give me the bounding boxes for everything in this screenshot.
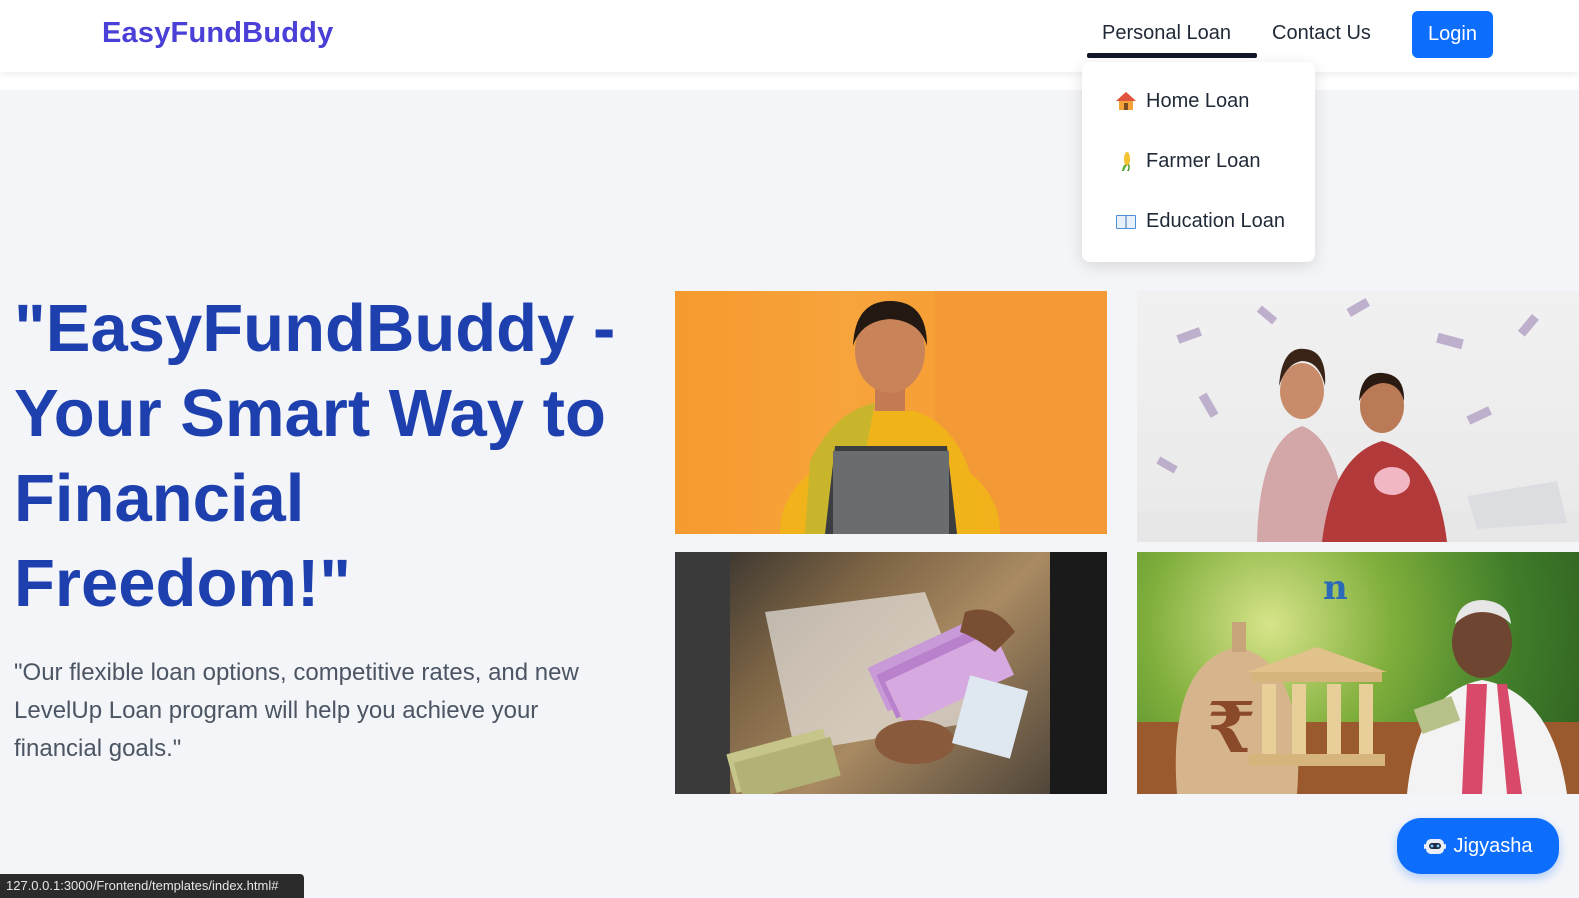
brand-logo[interactable]: EasyFundBuddy	[102, 17, 333, 50]
dropdown-item-label: Home Loan	[1146, 89, 1250, 112]
top-navbar: EasyFundBuddy Personal Loan Contact Us L…	[0, 0, 1579, 72]
hero-title: "EasyFundBuddy - Your Smart Way to Finan…	[14, 291, 616, 621]
dropdown-item-label: Education Loan	[1146, 209, 1286, 232]
nav-contact-us[interactable]: Contact Us	[1272, 22, 1371, 45]
dropdown-item-label: Farmer Loan	[1146, 149, 1261, 172]
dropdown-item-home-loan[interactable]: Home Loan	[1114, 89, 1249, 113]
login-button[interactable]: Login	[1412, 11, 1493, 58]
image-couple-money	[1137, 291, 1579, 542]
image-money-exchange	[675, 552, 1107, 794]
header-strip	[0, 72, 1579, 90]
chatbot-label: Jigyasha	[1453, 834, 1533, 857]
status-url-bar: 127.0.0.1:3000/Frontend/templates/index.…	[0, 874, 304, 898]
personal-loan-dropdown: Home Loan Farmer Loan Education Loan	[1082, 62, 1315, 262]
house-icon	[1114, 89, 1138, 113]
nav-active-underline	[1087, 53, 1257, 58]
svg-text:₹: ₹	[1207, 686, 1256, 769]
hero-subtitle: "Our flexible loan options, competitive …	[14, 659, 579, 762]
corn-icon	[1114, 149, 1138, 173]
image-farmer-money: ₹ n	[1137, 552, 1579, 794]
chatbot-button[interactable]: Jigyasha	[1397, 818, 1559, 874]
book-icon	[1114, 209, 1138, 233]
dropdown-item-education-loan[interactable]: Education Loan	[1114, 209, 1285, 233]
agro-logo: n	[1323, 568, 1348, 608]
dropdown-item-farmer-loan[interactable]: Farmer Loan	[1114, 149, 1261, 173]
image-woman-laptop	[675, 291, 1107, 534]
nav-personal-loan[interactable]: Personal Loan	[1102, 22, 1231, 45]
robot-icon	[1423, 836, 1446, 856]
